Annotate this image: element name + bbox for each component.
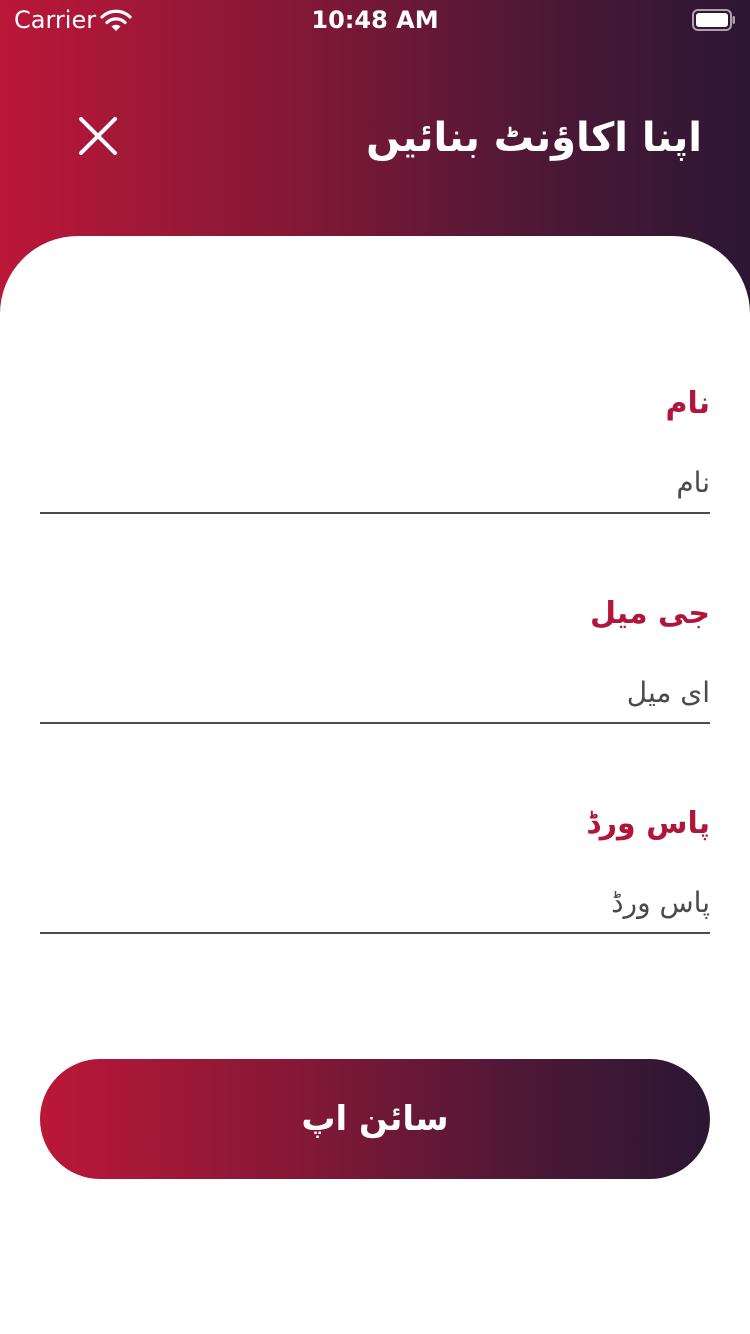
close-icon <box>78 116 118 160</box>
password-label: پاس ورڈ <box>586 806 710 841</box>
email-input[interactable] <box>40 662 710 724</box>
signup-button-label: سائن اپ <box>301 1099 449 1139</box>
status-time: 10:48 AM <box>311 6 439 34</box>
password-input[interactable] <box>40 872 710 934</box>
signup-button[interactable]: سائن اپ <box>40 1059 710 1179</box>
close-button[interactable] <box>66 106 130 170</box>
name-input[interactable] <box>40 452 710 514</box>
email-label: جی میل <box>589 596 710 631</box>
page-title: اپنا اکاؤنٹ بنائیں <box>366 115 702 161</box>
name-label: نام <box>665 386 710 421</box>
battery-icon <box>692 9 736 31</box>
status-bar: Carrier 10:48 AM <box>0 0 750 40</box>
